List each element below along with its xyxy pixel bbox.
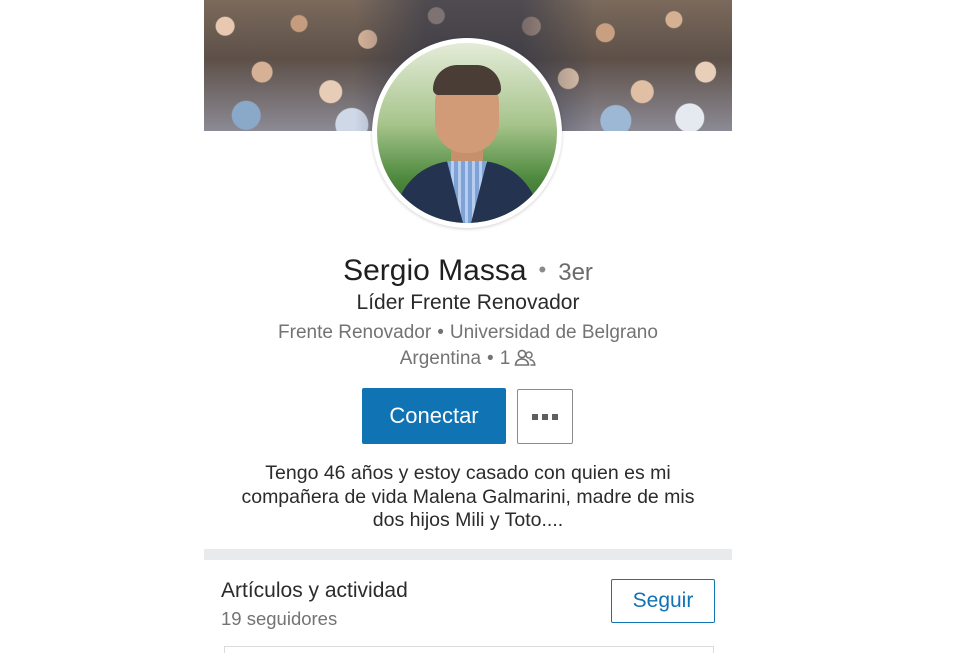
company-link[interactable]: Frente Renovador xyxy=(278,322,431,343)
separator-dot: • xyxy=(538,257,547,282)
activity-card[interactable] xyxy=(224,646,714,653)
profile-summary[interactable]: Tengo 46 años y estoy casado con quien e… xyxy=(228,462,708,533)
separator-dot: • xyxy=(487,348,494,369)
avatar-photo xyxy=(377,43,557,223)
connections-count[interactable]: 1 xyxy=(500,348,511,369)
activity-section-title: Artículos y actividad xyxy=(221,579,408,602)
profile-name: Sergio Massa xyxy=(343,254,527,287)
section-divider xyxy=(204,549,732,560)
separator-dot: • xyxy=(437,322,444,343)
name-line: Sergio Massa • 3er xyxy=(204,254,732,288)
avatar-hair xyxy=(433,65,501,95)
more-horizontal-icon xyxy=(552,413,558,420)
profile-affiliations: Frente Renovador • Universidad de Belgrano xyxy=(204,322,732,344)
connect-button[interactable]: Conectar xyxy=(362,388,506,444)
profile-location-line: Argentina • 1 xyxy=(204,348,732,373)
follow-button[interactable]: Seguir xyxy=(611,579,715,623)
connection-degree: 3er xyxy=(558,259,593,286)
avatar[interactable] xyxy=(372,38,562,228)
more-horizontal-icon xyxy=(542,413,548,420)
more-horizontal-icon xyxy=(532,413,538,420)
profile-panel: Sergio Massa • 3er Líder Frente Renovador … xyxy=(204,0,732,653)
profile-location: Argentina xyxy=(399,348,482,369)
followers-count: 19 seguidores xyxy=(221,608,338,629)
more-options-button[interactable] xyxy=(517,389,573,444)
people-icon[interactable] xyxy=(514,349,536,373)
profile-headline: Líder Frente Renovador xyxy=(356,291,580,314)
school-link[interactable]: Universidad de Belgrano xyxy=(450,322,658,343)
